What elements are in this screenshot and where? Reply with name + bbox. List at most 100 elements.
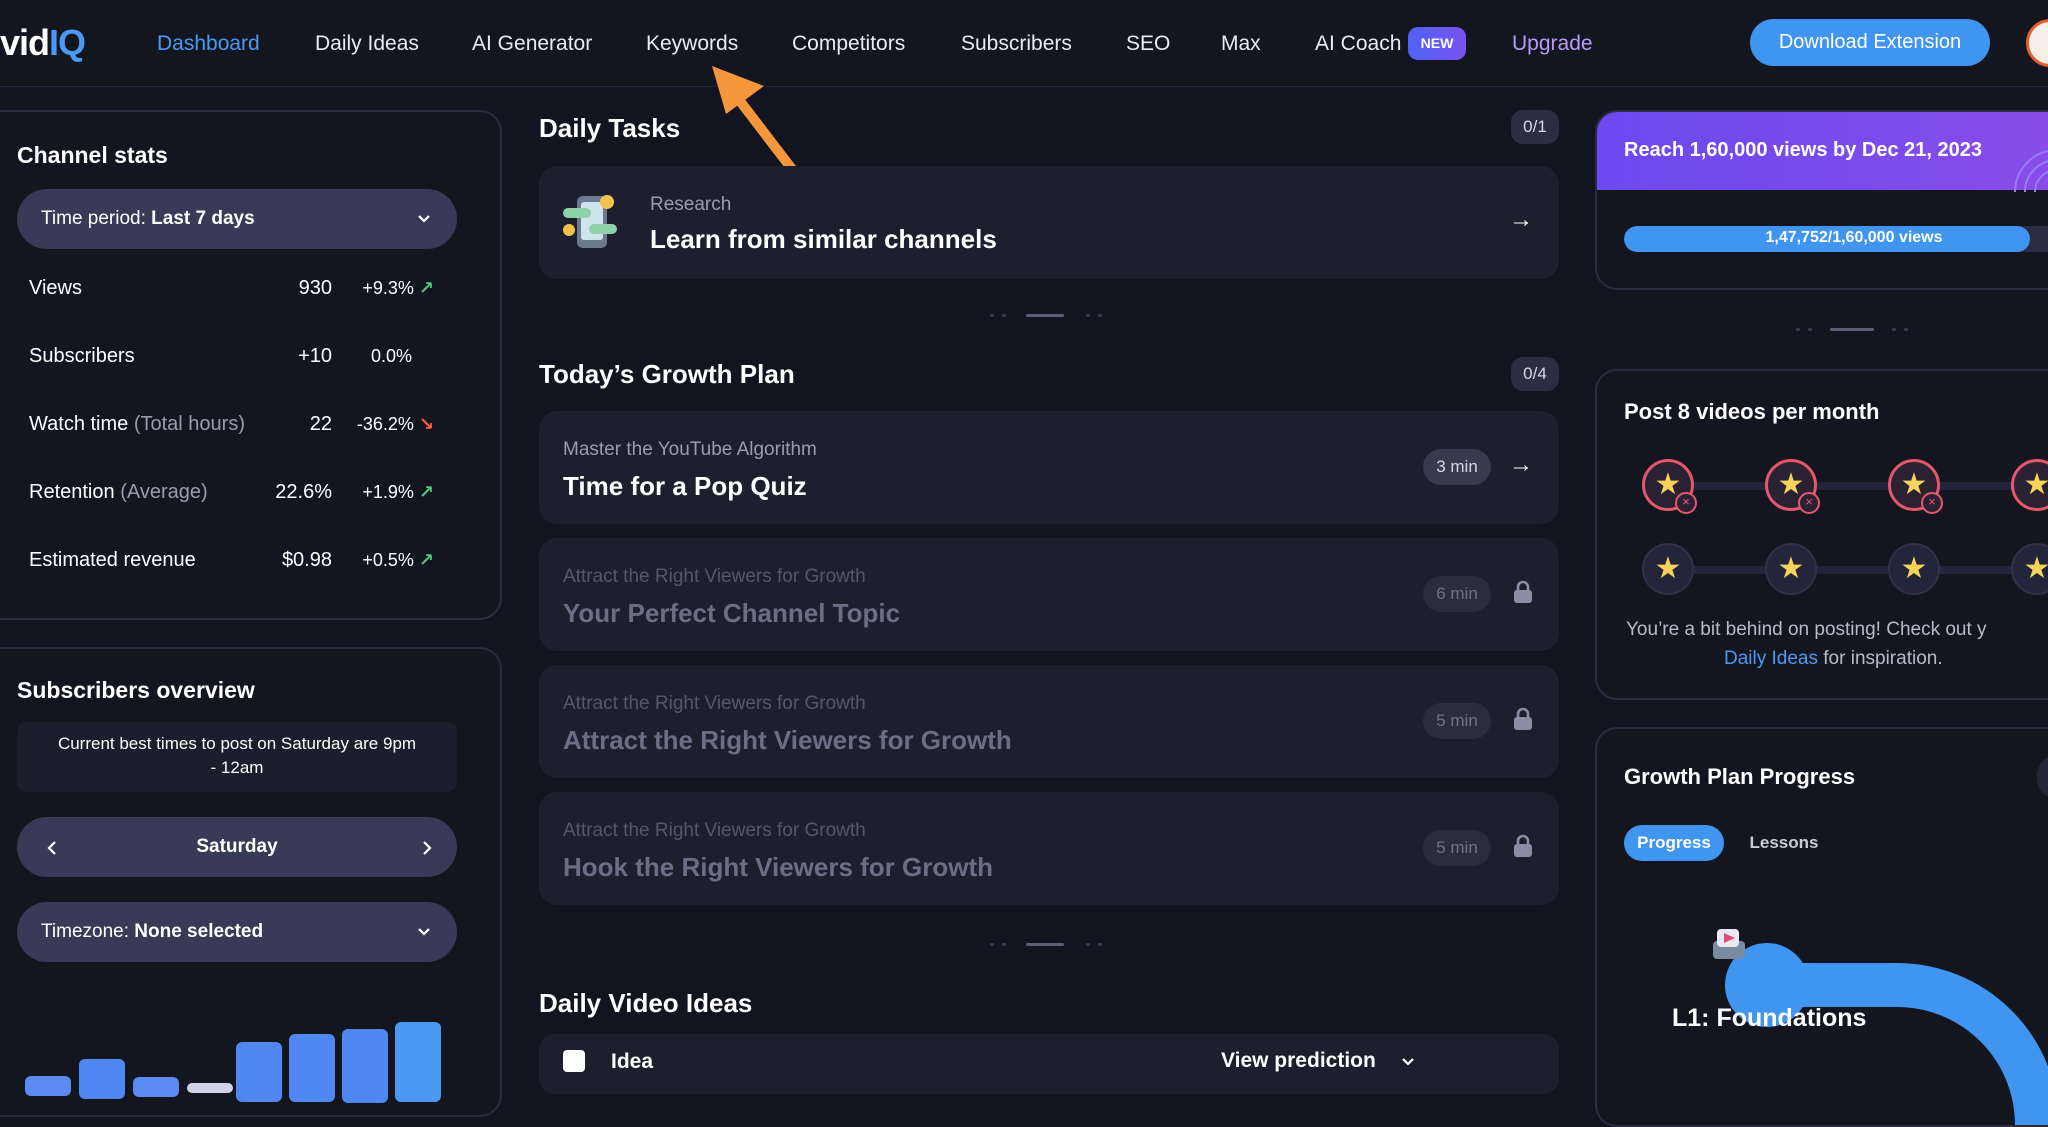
goal-progress-track: 1,47,752/1,60,000 views xyxy=(1624,226,2048,252)
posting-goal-card: Post 8 videos per month ★ × ★ × ★ × ★ ★ ★ ★… xyxy=(1595,369,2048,700)
best-times-banner: Current best times to post on Saturday a… xyxy=(17,722,457,792)
logo-suffix: IQ xyxy=(49,22,86,63)
stat-value: 930 xyxy=(298,277,332,299)
activity-bar xyxy=(133,1077,179,1097)
stat-label: Watch time (Total hours) xyxy=(29,413,245,435)
daily-tasks-title: Daily Tasks xyxy=(539,113,681,143)
avatar[interactable] xyxy=(2026,19,2048,67)
timezone-label: Timezone: xyxy=(41,921,129,942)
nav-keywords[interactable]: Keywords xyxy=(646,32,738,56)
chevron-right-icon[interactable] xyxy=(422,841,432,855)
info-button[interactable] xyxy=(2037,755,2048,799)
lesson-title: Attract the Right Viewers for Growth xyxy=(563,725,1012,755)
channel-stats-title: Channel stats xyxy=(17,142,168,168)
top-navigation-bar: vidIQ Dashboard Daily Ideas AI Generator… xyxy=(0,0,2048,87)
idea-column-header: Idea xyxy=(611,1050,654,1073)
star-icon: ★ xyxy=(1900,551,1928,585)
timezone-select[interactable]: Timezone: None selected xyxy=(17,902,457,962)
activity-bar xyxy=(236,1042,282,1102)
activity-bar xyxy=(79,1059,125,1099)
star-icon: ★ xyxy=(1654,551,1682,585)
lesson-category: Attract the Right Viewers for Growth xyxy=(563,566,866,587)
activity-bar xyxy=(395,1022,441,1102)
nav-max[interactable]: Max xyxy=(1221,32,1261,56)
timezone-value: None selected xyxy=(134,921,264,942)
chevron-down-icon xyxy=(418,928,430,936)
nav-upgrade[interactable]: Upgrade xyxy=(1512,32,1593,56)
growth-plan-item: Attract the Right Viewers for Growth Hoo… xyxy=(539,792,1559,905)
growth-plan-title: Today’s Growth Plan xyxy=(539,359,795,389)
time-period-select[interactable]: Time period: Last 7 days xyxy=(17,189,457,249)
stat-change: -36.2% ↘ xyxy=(356,414,434,434)
duration-badge: 3 min xyxy=(1423,449,1491,485)
nav-ai-generator[interactable]: AI Generator xyxy=(472,32,592,56)
trend-up-icon: ↗ xyxy=(418,482,434,502)
streak-node-missed: ★ × xyxy=(1888,459,1943,514)
lesson-title: Your Perfect Channel Topic xyxy=(563,598,901,628)
goal-title: Reach 1,60,000 views by Dec 21, 2023 xyxy=(1624,139,1983,161)
goal-progress-text: 1,47,752/1,60,000 views xyxy=(1765,229,1943,246)
nav-ai-coach[interactable]: AI Coach xyxy=(1315,32,1401,56)
time-period-value: Last 7 days xyxy=(151,208,255,229)
carousel-dots xyxy=(990,314,1102,317)
video-ideas-table-header: Idea View prediction xyxy=(539,1034,1559,1094)
nav-daily-ideas[interactable]: Daily Ideas xyxy=(315,32,419,56)
new-badge: NEW xyxy=(1408,27,1466,60)
lesson-title: Time for a Pop Quiz xyxy=(563,471,807,501)
task-category: Research xyxy=(650,194,732,215)
subscribers-overview-title: Subscribers overview xyxy=(17,677,255,703)
streak-track xyxy=(1671,566,2048,574)
channel-stats-card: Channel stats Time period: Last 7 days V… xyxy=(0,110,502,620)
duration-badge: 5 min xyxy=(1423,703,1491,739)
streak-node-missed: ★ xyxy=(2011,459,2048,511)
day-selector: Saturday xyxy=(17,817,457,877)
growth-plan-item[interactable]: Master the YouTube Algorithm Time for a … xyxy=(539,411,1559,524)
views-goal-card: Reach 1,60,000 views by Dec 21, 2023 1,4… xyxy=(1595,110,2048,290)
activity-bar xyxy=(25,1076,71,1096)
growth-progress-title: Growth Plan Progress xyxy=(1624,764,1856,789)
stat-label: Estimated revenue xyxy=(29,549,196,571)
arrow-right-icon: → xyxy=(1509,206,1533,233)
tab-progress[interactable]: Progress xyxy=(1624,825,1724,861)
best-times-line-1: Current best times to post on Saturday a… xyxy=(57,734,417,753)
duration-badge: 5 min xyxy=(1423,830,1491,866)
decorative-rings xyxy=(2014,149,2048,192)
research-illustration-icon xyxy=(563,195,617,248)
stat-label: Subscribers xyxy=(29,345,135,367)
nav-competitors[interactable]: Competitors xyxy=(792,32,905,56)
time-period-label: Time period: xyxy=(41,208,146,229)
lock-icon xyxy=(1514,834,1532,857)
streak-node-pending: ★ xyxy=(1765,543,1817,595)
subscribers-overview-card: Subscribers overview Current best times … xyxy=(0,647,502,1117)
daily-ideas-link[interactable]: Daily Ideas xyxy=(1724,648,1818,669)
level-illustration-icon xyxy=(1713,929,1745,959)
vidiq-logo[interactable]: vidIQ xyxy=(0,22,86,64)
select-all-checkbox[interactable] xyxy=(563,1050,585,1072)
x-icon: × xyxy=(1675,492,1697,514)
x-icon: × xyxy=(1921,492,1943,514)
lock-icon xyxy=(1514,580,1532,603)
nav-subscribers[interactable]: Subscribers xyxy=(961,32,1072,56)
streak-node-pending: ★ xyxy=(1642,543,1694,595)
stat-change: +9.3% ↗ xyxy=(362,278,434,298)
nav-seo[interactable]: SEO xyxy=(1126,32,1170,56)
x-icon: × xyxy=(1798,492,1820,514)
level-label: L1: Foundations xyxy=(1672,1004,1867,1032)
stat-label: Views xyxy=(29,277,82,299)
view-prediction-dropdown[interactable]: View prediction xyxy=(1221,1049,1376,1073)
activity-bar xyxy=(289,1034,335,1102)
duration-badge: 6 min xyxy=(1423,576,1491,612)
trend-up-icon: ↗ xyxy=(418,550,434,570)
star-icon: ★ xyxy=(1777,551,1805,585)
download-extension-button[interactable]: Download Extension xyxy=(1750,19,1990,66)
growth-plan-item: Attract the Right Viewers for Growth You… xyxy=(539,538,1559,651)
chevron-down-icon xyxy=(1402,1058,1414,1066)
streak-node-missed: ★ × xyxy=(1642,459,1697,514)
streak-node-pending: ★ xyxy=(2011,543,2048,595)
star-icon: ★ xyxy=(2023,467,2048,501)
tab-lessons[interactable]: Lessons xyxy=(1734,825,1834,861)
nav-dashboard[interactable]: Dashboard xyxy=(157,32,260,56)
stat-label: Retention (Average) xyxy=(29,481,208,503)
task-learn-similar-channels[interactable]: Research Learn from similar channels → xyxy=(539,166,1559,279)
posting-message-line-2: Daily Ideas for inspiration. xyxy=(1724,648,1943,669)
